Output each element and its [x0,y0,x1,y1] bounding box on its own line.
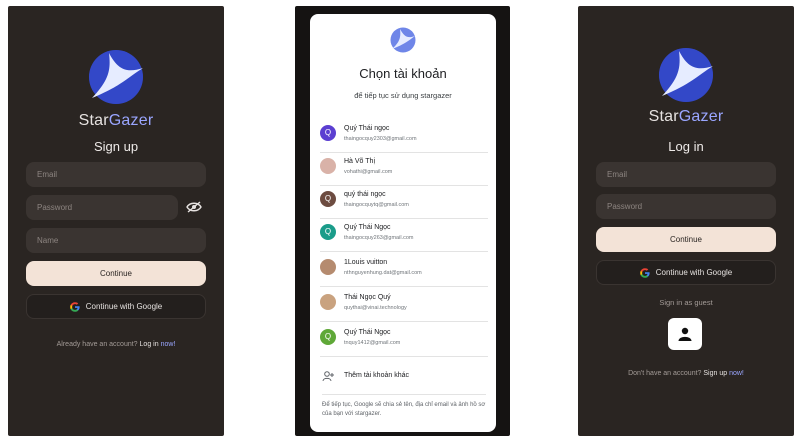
email-field[interactable]: Email [26,162,206,187]
account-name: 1Louis vuitton [344,259,388,266]
account-item[interactable]: 1Louis vuitton nthnguyenhung.dat@gmail.c… [320,254,488,287]
page-title: Log in [668,139,704,154]
google-icon [639,267,650,278]
google-button-label: Continue with Google [655,268,733,277]
add-person-icon [322,371,334,382]
person-icon [678,327,692,341]
account-picker-screen: Chọn tài khoản để tiếp tục sử dụng starg… [295,6,510,436]
account-item[interactable]: Q Quý Thái Ngọc thaingocquy263@gmail.com [320,219,488,252]
account-email: nthnguyenhung.dat@gmail.com [344,270,422,276]
signup-screen: StarGazer Sign up Email Password Name Co… [8,6,224,436]
brand-part-2: Gazer [678,108,724,125]
signup-link-accent: now! [729,370,744,377]
account-name: Quý Thái Ngọc [344,329,391,336]
guest-signin-button[interactable] [668,318,702,350]
account-name: Thái Ngọc Quý [344,294,391,301]
page-title: Sign up [93,139,139,154]
avatar: Q [320,125,336,141]
add-account-label: Thêm tài khoản khác [344,372,409,379]
brand-name: StarGazer [578,108,794,126]
account-item[interactable]: Q Quý Thái Ngọc tnquy1412@gmail.com [320,324,488,357]
continue-button[interactable]: Continue [596,227,776,252]
privacy-disclaimer: Để tiếp tục, Google sẽ chia sẻ tên, địa … [322,394,486,419]
account-name: Hà Võ Thị [344,158,375,165]
password-field[interactable]: Password [26,195,178,220]
avatar [320,294,336,310]
account-picker-dialog: Chọn tài khoản để tiếp tục sử dụng starg… [310,14,496,432]
google-icon [69,301,80,312]
brand-name: StarGazer [8,112,224,130]
avatar: Q [320,224,336,240]
avatar [320,158,336,174]
account-item[interactable]: Hà Võ Thị vohathi@gmail.com [320,153,488,186]
signup-prompt: Don't have an account? Sign up now! [578,370,794,377]
account-email: thaingocquy2303@gmail.com [344,136,417,142]
picker-title: Chọn tài khoản [359,66,447,81]
login-screen: StarGazer Log in Email Password Continue… [578,6,794,436]
eye-off-icon[interactable] [186,201,202,213]
stargazer-logo-icon [89,50,143,104]
avatar [320,259,336,275]
login-prompt-text: Already have an account? [56,341,138,348]
account-email: quythai@vinai.technology [344,305,407,311]
login-link[interactable]: Log in now! [140,341,176,348]
stargazer-logo-icon [659,48,713,102]
signup-link[interactable]: Sign up now! [703,370,744,377]
signup-link-label: Sign up [703,370,728,377]
avatar: Q [320,191,336,207]
login-prompt: Already have an account? Log in now! [8,341,224,348]
login-link-accent: now! [160,341,176,348]
account-name: Quý Thái Ngọc [344,224,391,231]
account-item[interactable]: Q Quý Thái ngọc thaingocquy2303@gmail.co… [320,120,488,153]
login-link-label: Log in [139,341,159,348]
picker-subtitle: để tiếp tục sử dụng stargazer [354,91,452,100]
guest-label: Sign in as guest [659,298,713,307]
account-item[interactable]: Thái Ngọc Quý quythai@vinai.technology [320,289,488,322]
account-name: quý thái ngọc [344,191,386,198]
account-email: tnquy1412@gmail.com [344,340,401,346]
account-email: vohathi@gmail.com [344,169,393,175]
brand-part-1: Star [648,108,679,125]
stargazer-logo-icon [390,27,416,53]
continue-button[interactable]: Continue [26,261,206,286]
google-signin-button[interactable]: Continue with Google [596,260,776,285]
password-field[interactable]: Password [596,194,776,219]
brand-part-2: Gazer [108,112,154,129]
avatar: Q [320,329,336,345]
account-email: thaingocquy263@gmail.com [344,235,414,241]
email-field[interactable]: Email [596,162,776,187]
add-account-button[interactable]: Thêm tài khoản khác [320,366,488,388]
google-signin-button[interactable]: Continue with Google [26,294,206,319]
account-email: thaingocquytq@gmail.com [344,202,409,208]
brand-part-1: Star [78,112,109,129]
account-item[interactable]: Q quý thái ngọc thaingocquytq@gmail.com [320,186,488,219]
google-button-label: Continue with Google [85,302,163,311]
account-name: Quý Thái ngọc [344,125,390,132]
signup-prompt-text: Don't have an account? [628,370,702,377]
name-field[interactable]: Name [26,228,206,253]
